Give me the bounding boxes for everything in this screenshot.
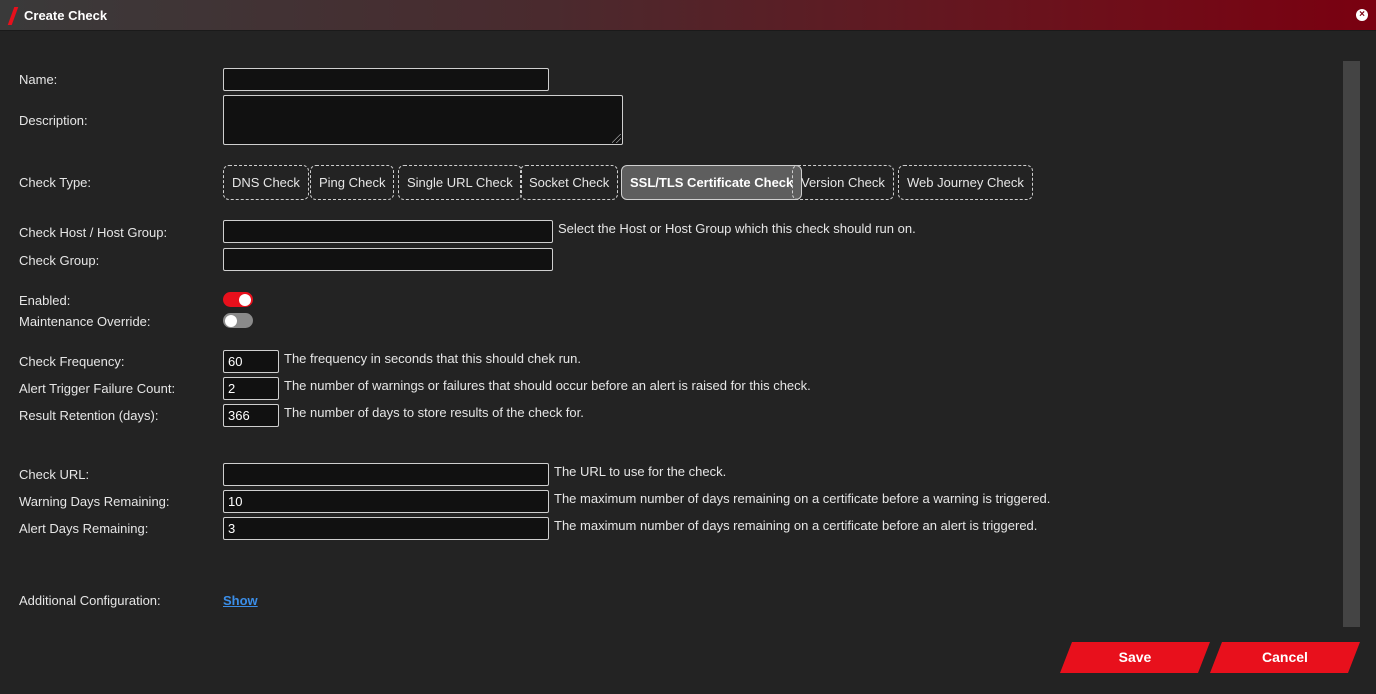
title-accent-icon — [7, 7, 19, 25]
dialog-titlebar: Create Check × — [0, 0, 1376, 31]
save-button[interactable]: Save — [1060, 642, 1210, 673]
check-type-dns[interactable]: DNS Check — [223, 165, 309, 200]
enabled-toggle[interactable] — [223, 292, 253, 307]
maintenance-toggle[interactable] — [223, 313, 253, 328]
alert-days-input[interactable] — [223, 517, 549, 540]
check-type-single-url[interactable]: Single URL Check — [398, 165, 522, 200]
host-help: Select the Host or Host Group which this… — [558, 221, 916, 236]
warning-days-help: The maximum number of days remaining on … — [554, 491, 1051, 506]
alert-days-label: Alert Days Remaining: — [19, 521, 149, 536]
maintenance-label: Maintenance Override: — [19, 314, 151, 329]
failure-count-help: The number of warnings or failures that … — [284, 378, 811, 393]
close-icon[interactable]: × — [1356, 9, 1368, 21]
warning-days-input[interactable] — [223, 490, 549, 513]
warning-days-label: Warning Days Remaining: — [19, 494, 170, 509]
description-textarea[interactable] — [223, 95, 623, 145]
enabled-label: Enabled: — [19, 293, 71, 308]
name-label: Name: — [19, 72, 58, 87]
retention-input[interactable] — [223, 404, 279, 427]
retention-help: The number of days to store results of t… — [284, 405, 584, 420]
description-label: Description: — [19, 113, 88, 128]
show-additional-config-link[interactable]: Show — [223, 593, 258, 608]
frequency-help: The frequency in seconds that this shoul… — [284, 351, 582, 366]
retention-label: Result Retention (days): — [19, 408, 159, 423]
group-label: Check Group: — [19, 253, 100, 268]
host-label: Check Host / Host Group: — [19, 225, 168, 240]
toggle-knob — [225, 314, 237, 327]
check-type-web-journey[interactable]: Web Journey Check — [898, 165, 1033, 200]
check-type-ssl-tls[interactable]: SSL/TLS Certificate Check — [621, 165, 803, 200]
alert-days-help: The maximum number of days remaining on … — [554, 518, 1038, 533]
check-url-help: The URL to use for the check. — [554, 464, 727, 479]
check-url-input[interactable] — [223, 463, 549, 486]
dialog-title: Create Check — [24, 8, 108, 23]
additional-config-label: Additional Configuration: — [19, 593, 161, 608]
cancel-button[interactable]: Cancel — [1210, 642, 1360, 673]
check-url-label: Check URL: — [19, 467, 90, 482]
host-input[interactable] — [223, 220, 553, 243]
toggle-knob — [239, 293, 251, 306]
check-type-label: Check Type: — [19, 175, 92, 190]
failure-count-input[interactable] — [223, 377, 279, 400]
scrollbar[interactable] — [1343, 61, 1360, 627]
failure-count-label: Alert Trigger Failure Count: — [19, 381, 176, 396]
check-type-socket[interactable]: Socket Check — [520, 165, 619, 200]
check-type-ping[interactable]: Ping Check — [310, 165, 395, 200]
group-input[interactable] — [223, 248, 553, 271]
frequency-label: Check Frequency: — [19, 354, 125, 369]
frequency-input[interactable] — [223, 350, 279, 373]
check-type-version[interactable]: Version Check — [792, 165, 894, 200]
textarea-resize-handle[interactable] — [612, 134, 621, 143]
name-input[interactable] — [223, 68, 549, 91]
